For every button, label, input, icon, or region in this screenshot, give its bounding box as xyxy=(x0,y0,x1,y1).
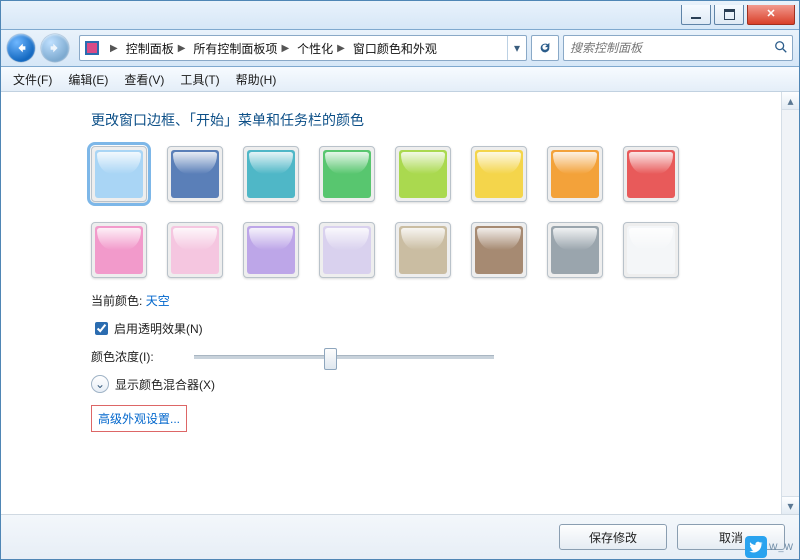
personalize-icon xyxy=(83,39,101,57)
intensity-row: 颜色浓度(I): xyxy=(91,348,769,365)
save-button[interactable]: 保存修改 xyxy=(559,524,667,550)
color-swatch-pumpkin[interactable] xyxy=(547,146,603,202)
crumb-2[interactable]: 个性化▶ xyxy=(295,40,351,57)
transparency-label: 启用透明效果(N) xyxy=(114,320,203,337)
current-color-row: 当前颜色: 天空 xyxy=(91,292,769,309)
page-heading: 更改窗口边框、「开始」菜单和任务栏的颜色 xyxy=(91,110,769,130)
body: 更改窗口边框、「开始」菜单和任务栏的颜色 当前颜色: 天空 启用透明效果(N) … xyxy=(1,92,799,514)
crumb-3[interactable]: 窗口颜色和外观 xyxy=(351,40,439,57)
transparency-checkbox[interactable] xyxy=(95,322,108,335)
watermark: W_W xyxy=(745,536,794,558)
menubar: 文件(F) 编辑(E) 查看(V) 工具(T) 帮助(H) xyxy=(1,67,799,92)
chevron-down-icon: ⌄ xyxy=(91,375,109,393)
address-bar[interactable]: ▶ 控制面板▶ 所有控制面板项▶ 个性化▶ 窗口颜色和外观 ▾ xyxy=(79,35,527,61)
color-swatch-taupe[interactable] xyxy=(395,222,451,278)
crumb-label: 控制面板 xyxy=(126,40,174,57)
scroll-up-button[interactable]: ▴ xyxy=(782,92,799,110)
crumb-label: 所有控制面板项 xyxy=(193,40,277,57)
menu-view[interactable]: 查看(V) xyxy=(118,69,170,90)
maximize-button[interactable] xyxy=(714,5,744,25)
arrow-left-icon xyxy=(14,41,28,55)
current-color-label: 当前颜色: xyxy=(91,292,142,309)
refresh-icon xyxy=(538,41,552,55)
search-input[interactable] xyxy=(568,40,774,56)
slider-track xyxy=(194,355,494,359)
scroll-thumb[interactable] xyxy=(783,111,798,495)
advanced-link-wrap: 高级外观设置... xyxy=(91,405,769,432)
color-swatch-dusk[interactable] xyxy=(167,146,223,202)
color-swatches xyxy=(91,146,711,278)
color-swatch-fuchsia[interactable] xyxy=(91,222,147,278)
window: ▶ 控制面板▶ 所有控制面板项▶ 个性化▶ 窗口颜色和外观 ▾ 文件(F) 编辑… xyxy=(0,0,800,560)
bottom-bar: 保存修改 取消 W_W xyxy=(1,514,799,559)
titlebar xyxy=(1,1,799,30)
color-swatch-frost[interactable] xyxy=(623,222,679,278)
crumb-0[interactable]: 控制面板▶ xyxy=(124,40,192,57)
color-swatch-sun[interactable] xyxy=(471,146,527,202)
scroll-down-button[interactable]: ▾ xyxy=(782,496,799,514)
color-swatch-leaf[interactable] xyxy=(319,146,375,202)
color-swatch-chocolate[interactable] xyxy=(471,222,527,278)
scrollbar[interactable]: ▴ ▾ xyxy=(781,92,799,514)
window-controls xyxy=(678,5,795,25)
color-swatch-slate[interactable] xyxy=(547,222,603,278)
forward-button[interactable] xyxy=(41,34,69,62)
cancel-button-label: 取消 xyxy=(719,529,743,546)
menu-tools[interactable]: 工具(T) xyxy=(174,69,225,90)
search-box[interactable] xyxy=(563,35,793,61)
bird-icon xyxy=(745,536,767,558)
menu-edit[interactable]: 编辑(E) xyxy=(62,69,114,90)
mixer-row[interactable]: ⌄ 显示颜色混合器(X) xyxy=(91,375,769,393)
navbar: ▶ 控制面板▶ 所有控制面板项▶ 个性化▶ 窗口颜色和外观 ▾ xyxy=(1,30,799,67)
intensity-label: 颜色浓度(I): xyxy=(91,348,154,365)
advanced-appearance-link[interactable]: 高级外观设置... xyxy=(91,405,187,432)
crumb-label: 个性化 xyxy=(297,40,333,57)
crumb-1[interactable]: 所有控制面板项▶ xyxy=(191,40,295,57)
crumb-sep-0: ▶ xyxy=(104,43,124,54)
menu-help[interactable]: 帮助(H) xyxy=(230,69,283,90)
color-swatch-ruby[interactable] xyxy=(623,146,679,202)
close-button[interactable] xyxy=(747,5,795,25)
intensity-slider[interactable] xyxy=(194,355,494,359)
content: 更改窗口边框、「开始」菜单和任务栏的颜色 当前颜色: 天空 启用透明效果(N) … xyxy=(1,92,799,514)
color-swatch-lime[interactable] xyxy=(395,146,451,202)
minimize-button[interactable] xyxy=(681,5,711,25)
color-swatch-lavender[interactable] xyxy=(319,222,375,278)
color-swatch-sky[interactable] xyxy=(91,146,147,202)
refresh-button[interactable] xyxy=(531,35,559,61)
crumb-label: 窗口颜色和外观 xyxy=(353,40,437,57)
arrow-right-icon xyxy=(48,41,62,55)
search-icon xyxy=(774,40,788,57)
mixer-label: 显示颜色混合器(X) xyxy=(115,376,215,393)
color-swatch-sea[interactable] xyxy=(243,146,299,202)
color-swatch-blush[interactable] xyxy=(167,222,223,278)
color-swatch-violet[interactable] xyxy=(243,222,299,278)
save-button-label: 保存修改 xyxy=(589,529,637,546)
transparency-row: 启用透明效果(N) xyxy=(91,319,769,338)
current-color-value: 天空 xyxy=(146,292,170,309)
watermark-text: W_W xyxy=(769,542,794,552)
address-dropdown[interactable]: ▾ xyxy=(507,36,526,60)
slider-thumb[interactable] xyxy=(324,348,337,370)
back-button[interactable] xyxy=(7,34,35,62)
menu-file[interactable]: 文件(F) xyxy=(7,69,58,90)
